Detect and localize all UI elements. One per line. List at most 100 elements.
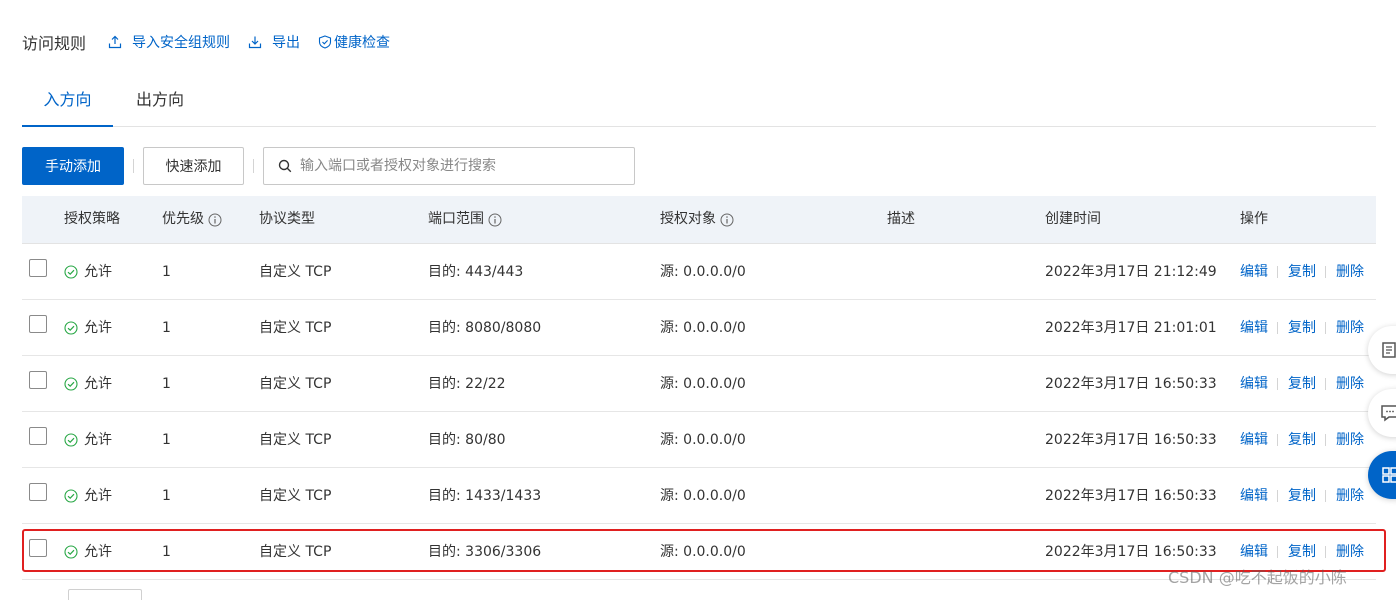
row-checkbox[interactable] <box>29 427 47 445</box>
delete-link[interactable]: 删除 <box>1336 542 1364 562</box>
search-input[interactable] <box>298 157 622 175</box>
delete-link[interactable]: 删除 <box>1336 262 1364 282</box>
delete-link[interactable]: 删除 <box>1336 486 1364 506</box>
policy-text: 允许 <box>84 544 112 560</box>
delete-link[interactable]: 删除 <box>1336 374 1364 394</box>
priority-cell: 1 <box>162 264 171 280</box>
protocol-cell: 自定义 TCP <box>259 376 332 392</box>
quick-add-button[interactable]: 快速添加 <box>143 147 244 185</box>
source-cell: 源: 0.0.0.0/0 <box>660 376 746 392</box>
divider <box>1277 490 1278 502</box>
created-cell: 2022年3月17日 16:50:33 <box>1045 488 1217 504</box>
row-checkbox[interactable] <box>29 371 47 389</box>
copy-link[interactable]: 复制 <box>1288 542 1316 562</box>
divider <box>1325 546 1326 558</box>
column-header-label: 描述 <box>887 211 915 227</box>
import-rules-link[interactable]: 导入安全组规则 <box>108 32 230 52</box>
column-header-label: 优先级 <box>162 211 204 227</box>
priority-cell: 1 <box>162 488 171 504</box>
document-icon <box>1382 342 1396 358</box>
check-circle-icon <box>64 321 78 335</box>
table-row: 允许 1 自定义 TCP 目的: 1433/1433 源: 0.0.0.0/0 … <box>22 468 1376 524</box>
shield-check-icon <box>318 35 332 49</box>
source-cell: 源: 0.0.0.0/0 <box>660 544 746 560</box>
check-circle-icon <box>64 545 78 559</box>
row-checkbox[interactable] <box>29 259 47 277</box>
edit-link[interactable]: 编辑 <box>1240 374 1268 394</box>
divider <box>1325 322 1326 334</box>
port-cell: 目的: 3306/3306 <box>428 544 542 560</box>
policy-text: 允许 <box>84 320 112 336</box>
direction-tabs: 入方向 出方向 <box>22 86 1376 127</box>
health-check-link[interactable]: 健康检查 <box>318 32 390 52</box>
export-label: 导出 <box>272 35 301 51</box>
copy-link[interactable]: 复制 <box>1288 486 1316 506</box>
policy-cell: 允许 <box>64 486 112 506</box>
source-cell: 源: 0.0.0.0/0 <box>660 264 746 280</box>
copy-link[interactable]: 复制 <box>1288 374 1316 394</box>
edit-link[interactable]: 编辑 <box>1240 318 1268 338</box>
info-icon[interactable] <box>208 213 222 227</box>
edit-link[interactable]: 编辑 <box>1240 542 1268 562</box>
policy-text: 允许 <box>84 432 112 448</box>
import-rules-label: 导入安全组规则 <box>132 35 231 51</box>
manual-add-button[interactable]: 手动添加 <box>22 147 124 185</box>
tab-inbound[interactable]: 入方向 <box>22 86 113 127</box>
source-cell: 源: 0.0.0.0/0 <box>660 320 746 336</box>
created-cell: 2022年3月17日 16:50:33 <box>1045 376 1217 392</box>
column-header-actions: 操作 <box>1240 196 1268 243</box>
column-header-label: 授权策略 <box>64 211 120 227</box>
column-header-description: 描述 <box>887 196 915 243</box>
created-cell: 2022年3月17日 16:50:33 <box>1045 544 1217 560</box>
protocol-cell: 自定义 TCP <box>259 264 332 280</box>
delete-link[interactable]: 删除 <box>1336 430 1364 450</box>
check-circle-icon <box>64 489 78 503</box>
row-checkbox[interactable] <box>29 315 47 333</box>
edit-link[interactable]: 编辑 <box>1240 430 1268 450</box>
info-icon[interactable] <box>488 213 502 227</box>
edit-link[interactable]: 编辑 <box>1240 486 1268 506</box>
created-cell: 2022年3月17日 16:50:33 <box>1045 432 1217 448</box>
search-icon <box>278 159 292 173</box>
rules-table: 授权策略 优先级 协议类型 端口范围 授权对象 描述 创建时间 操作 允许 1 … <box>22 196 1376 580</box>
actions-cell: 编辑 复制 删除 <box>1240 262 1364 282</box>
policy-cell: 允许 <box>64 318 112 338</box>
delete-link[interactable]: 删除 <box>1336 318 1364 338</box>
policy-cell: 允许 <box>64 262 112 282</box>
divider <box>1277 434 1278 446</box>
divider <box>1277 378 1278 390</box>
actions-cell: 编辑 复制 删除 <box>1240 542 1364 562</box>
download-icon <box>248 36 262 49</box>
tab-outbound[interactable]: 出方向 <box>122 86 198 126</box>
row-checkbox[interactable] <box>29 539 47 557</box>
actions-cell: 编辑 复制 删除 <box>1240 374 1364 394</box>
policy-text: 允许 <box>84 488 112 504</box>
policy-cell: 允许 <box>64 374 112 394</box>
copy-link[interactable]: 复制 <box>1288 262 1316 282</box>
info-icon[interactable] <box>720 213 734 227</box>
created-cell: 2022年3月17日 21:12:49 <box>1045 264 1217 280</box>
upload-icon <box>108 35 122 49</box>
actions-cell: 编辑 复制 删除 <box>1240 430 1364 450</box>
divider <box>1325 434 1326 446</box>
actions-cell: 编辑 复制 删除 <box>1240 486 1364 506</box>
search-box[interactable] <box>263 147 635 185</box>
priority-cell: 1 <box>162 544 171 560</box>
pagination-select[interactable] <box>68 589 142 600</box>
actions-cell: 编辑 复制 删除 <box>1240 318 1364 338</box>
copy-link[interactable]: 复制 <box>1288 430 1316 450</box>
protocol-cell: 自定义 TCP <box>259 432 332 448</box>
policy-cell: 允许 <box>64 542 112 562</box>
policy-cell: 允许 <box>64 430 112 450</box>
column-header-policy: 授权策略 <box>64 196 120 243</box>
page-title: 访问规则 <box>22 34 87 53</box>
policy-text: 允许 <box>84 264 112 280</box>
table-row: 允许 1 自定义 TCP 目的: 80/80 源: 0.0.0.0/0 2022… <box>22 412 1376 468</box>
toolbar: 手动添加 快速添加 <box>22 147 635 185</box>
edit-link[interactable]: 编辑 <box>1240 262 1268 282</box>
copy-link[interactable]: 复制 <box>1288 318 1316 338</box>
chat-icon <box>1381 405 1396 422</box>
export-link[interactable]: 导出 <box>248 32 300 52</box>
row-checkbox[interactable] <box>29 483 47 501</box>
priority-cell: 1 <box>162 320 171 336</box>
